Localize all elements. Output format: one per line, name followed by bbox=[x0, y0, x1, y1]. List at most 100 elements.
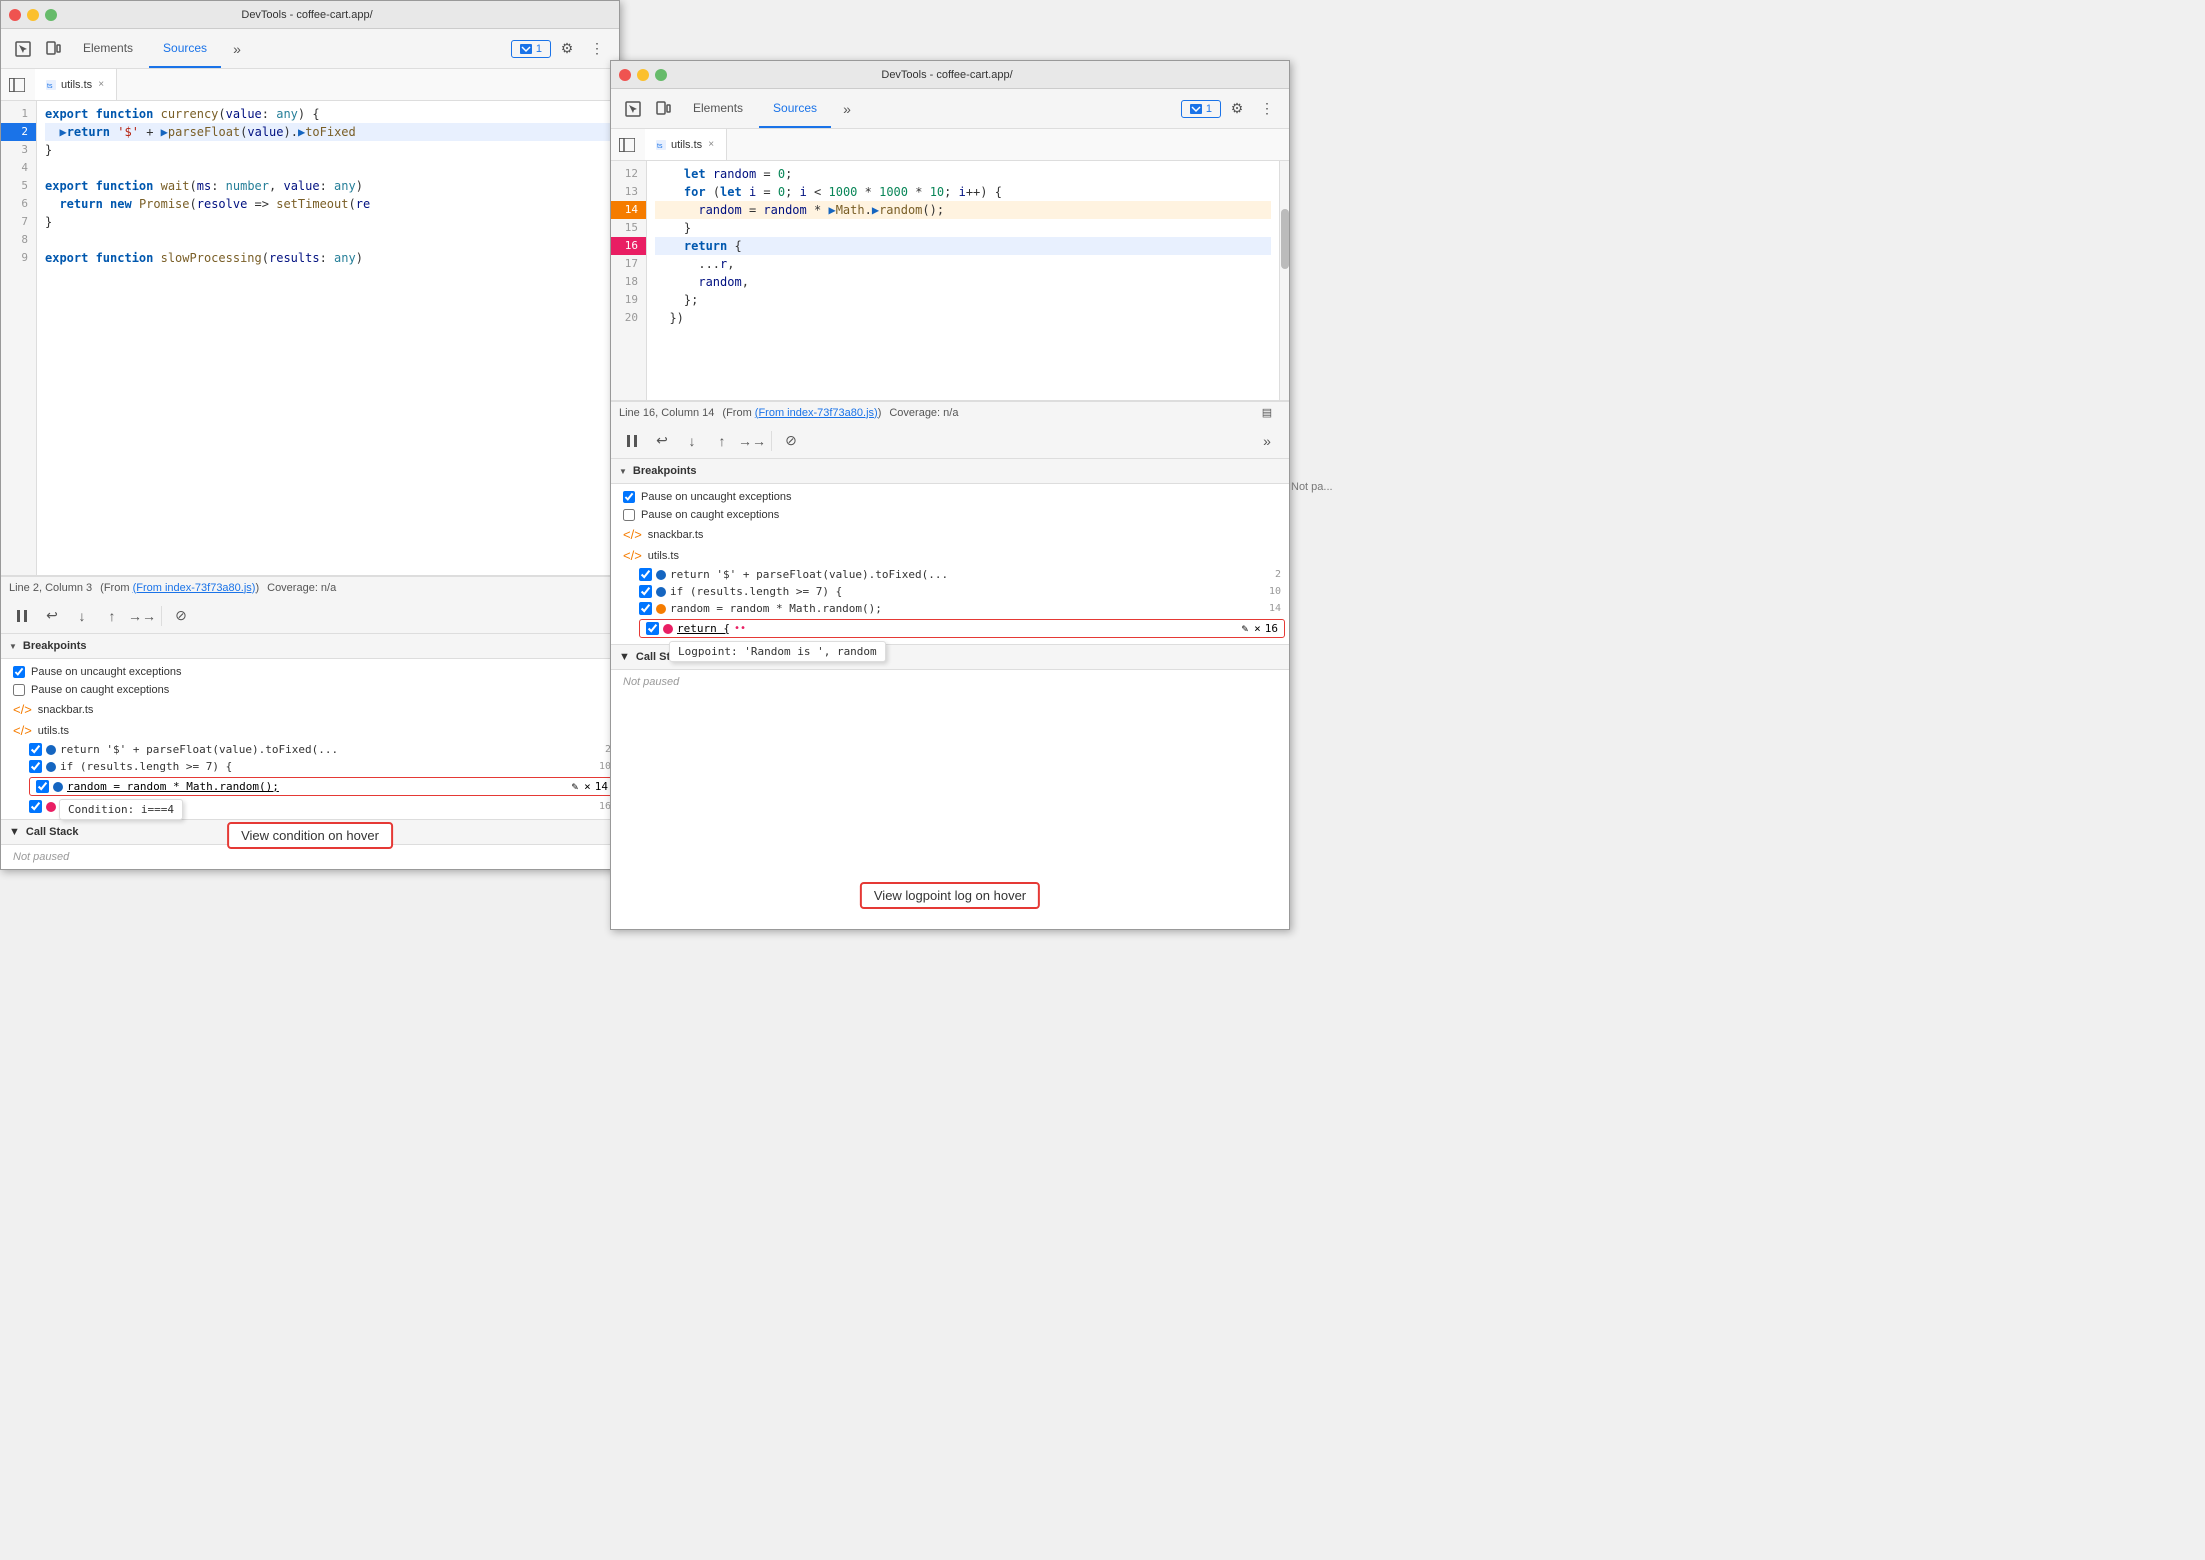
tab-elements-left[interactable]: Elements bbox=[69, 29, 147, 68]
file-tab-close-right[interactable]: × bbox=[706, 138, 716, 151]
file-tab-close-left[interactable]: × bbox=[96, 78, 106, 91]
right-scrollbar[interactable] bbox=[1279, 161, 1289, 400]
left-status-position: Line 2, Column 3 bbox=[9, 582, 92, 594]
pause-uncaught-right: Pause on uncaught exceptions bbox=[611, 488, 1289, 506]
edit-bp-icon-right[interactable]: ✎ bbox=[1242, 622, 1249, 635]
delete-bp-icon-right[interactable]: × bbox=[1254, 622, 1261, 635]
step-out-btn-left[interactable]: ↑ bbox=[99, 603, 125, 629]
console-count-right: 1 bbox=[1206, 103, 1212, 115]
bp-dot-1-right bbox=[656, 570, 666, 580]
bp-text-1-right: return '$' + parseFloat(value).toFixed(.… bbox=[670, 568, 948, 581]
bp-cb-1-left[interactable] bbox=[29, 743, 42, 756]
bp-cb-2-right[interactable] bbox=[639, 585, 652, 598]
line-num-9: 9 bbox=[1, 249, 36, 267]
device-icon-right[interactable] bbox=[649, 95, 677, 123]
bp-cb-3-left[interactable] bbox=[36, 780, 49, 793]
bp-cb-4-left[interactable] bbox=[29, 800, 42, 813]
bp-highlighted-content-left: random = random * Math.random(); ✎ × 14 bbox=[29, 777, 615, 796]
deactivate-btn-left[interactable]: ⊘ bbox=[168, 603, 194, 629]
code-line-5: export function wait(ms: number, value: … bbox=[45, 177, 611, 195]
bp-file-snackbar-left[interactable]: </> snackbar.ts bbox=[1, 699, 619, 720]
bp-cb-2-left[interactable] bbox=[29, 760, 42, 773]
step-into-btn-right[interactable]: ↓ bbox=[679, 428, 705, 454]
bp-cb-4-right[interactable] bbox=[646, 622, 659, 635]
pause-btn-right[interactable] bbox=[619, 428, 645, 454]
file-tab-utils-right[interactable]: ts utils.ts × bbox=[645, 129, 727, 160]
console-badge-left[interactable]: 1 bbox=[511, 40, 551, 58]
step-over-btn-left[interactable]: ↩ bbox=[39, 603, 65, 629]
bp-label-left: Breakpoints bbox=[23, 640, 87, 652]
continue-btn-left[interactable]: →→ bbox=[129, 603, 155, 629]
more-tabs-right[interactable]: » bbox=[833, 95, 861, 123]
code-line-9: export function slowProcessing(results: … bbox=[45, 249, 611, 267]
restore-btn-right[interactable] bbox=[655, 69, 667, 81]
right-source-link[interactable]: (From index-73f73a80.js) bbox=[755, 407, 878, 419]
left-source-link[interactable]: (From index-73f73a80.js) bbox=[133, 582, 256, 594]
bp-file-utils-left[interactable]: </> utils.ts bbox=[1, 720, 619, 741]
bp-dot-2-left bbox=[46, 762, 56, 772]
close-btn-left[interactable] bbox=[9, 9, 21, 21]
bp-file-snackbar-right[interactable]: </> snackbar.ts bbox=[611, 524, 1289, 545]
right-annotation-box: View logpoint log on hover bbox=[860, 882, 1040, 909]
sidebar-toggle-left[interactable] bbox=[5, 73, 29, 97]
edit-bp-icon-left[interactable]: ✎ bbox=[572, 780, 579, 793]
r-line-19: 19 bbox=[611, 291, 646, 309]
right-breakpoints-header[interactable]: ▼ Breakpoints bbox=[611, 459, 1289, 484]
r-code-12: let random = 0; bbox=[655, 165, 1271, 183]
left-breakpoints-header[interactable]: ▼ Breakpoints bbox=[1, 634, 619, 659]
gear-icon-right[interactable]: ⚙ bbox=[1223, 95, 1251, 123]
tab-elements-right[interactable]: Elements bbox=[679, 89, 757, 128]
restore-btn-left[interactable] bbox=[45, 9, 57, 21]
bp-item-2-right: if (results.length >= 7) { 10 bbox=[611, 583, 1289, 600]
more-tabs-left[interactable]: » bbox=[223, 35, 251, 63]
file-tab-utils-left[interactable]: ts utils.ts × bbox=[35, 69, 117, 100]
inspect-icon-right[interactable] bbox=[619, 95, 647, 123]
r-code-20: }) bbox=[655, 309, 1271, 327]
more-menu-right[interactable]: ⋮ bbox=[1253, 95, 1281, 123]
pause-uncaught-cb-right[interactable] bbox=[623, 491, 635, 503]
continue-btn-right[interactable]: →→ bbox=[739, 428, 765, 454]
r-code-17: ...r, bbox=[655, 255, 1271, 273]
gear-icon-left[interactable]: ⚙ bbox=[553, 35, 581, 63]
right-scrollbar-thumb[interactable] bbox=[1281, 209, 1289, 269]
bp-cb-3-right[interactable] bbox=[639, 602, 652, 615]
minimize-btn-right[interactable] bbox=[637, 69, 649, 81]
tab-sources-right[interactable]: Sources bbox=[759, 89, 831, 128]
callstack-triangle-left: ▼ bbox=[9, 826, 20, 838]
bp-label-right: Breakpoints bbox=[633, 465, 697, 477]
step-into-btn-left[interactable]: ↓ bbox=[69, 603, 95, 629]
console-badge-right[interactable]: 1 bbox=[1181, 100, 1221, 118]
bp-line-1-right: 2 bbox=[1275, 569, 1281, 580]
inspect-icon[interactable] bbox=[9, 35, 37, 63]
line-num-1: 1 bbox=[1, 105, 36, 123]
pause-caught-cb-left[interactable] bbox=[13, 684, 25, 696]
minimize-btn-left[interactable] bbox=[27, 9, 39, 21]
bp-dot-1-left bbox=[46, 745, 56, 755]
bp-cb-1-right[interactable] bbox=[639, 568, 652, 581]
pause-caught-cb-right[interactable] bbox=[623, 509, 635, 521]
bp-file-utils-right[interactable]: </> utils.ts bbox=[611, 545, 1289, 566]
pause-btn-left[interactable] bbox=[9, 603, 35, 629]
bp-line-4-right: 16 bbox=[1265, 622, 1278, 635]
left-annotation-box: View condition on hover bbox=[227, 822, 393, 849]
step-out-btn-right[interactable]: ↑ bbox=[709, 428, 735, 454]
step-over-btn-right[interactable]: ↩ bbox=[649, 428, 675, 454]
bp-actions-left: ✎ × bbox=[572, 780, 591, 793]
right-status-from: (From (From index-73f73a80.js)) bbox=[722, 407, 881, 419]
delete-bp-icon-left[interactable]: × bbox=[584, 780, 591, 793]
r-line-13: 13 bbox=[611, 183, 646, 201]
code-line-3: } bbox=[45, 141, 611, 159]
right-devtools-window: DevTools - coffee-cart.app/ Elements Sou… bbox=[610, 60, 1290, 930]
deactivate-btn-right[interactable]: ⊘ bbox=[778, 428, 804, 454]
pause-uncaught-cb-left[interactable] bbox=[13, 666, 25, 678]
bp-text-1-left: return '$' + parseFloat(value).toFixed(.… bbox=[60, 743, 338, 756]
close-btn-right[interactable] bbox=[619, 69, 631, 81]
right-debug-more[interactable]: » bbox=[1253, 427, 1281, 455]
utils-file-name-right: utils.ts bbox=[648, 550, 679, 562]
device-icon[interactable] bbox=[39, 35, 67, 63]
r-line-12: 12 bbox=[611, 165, 646, 183]
tab-sources-left[interactable]: Sources bbox=[149, 29, 221, 68]
more-menu-left[interactable]: ⋮ bbox=[583, 35, 611, 63]
sidebar-toggle-right[interactable] bbox=[615, 133, 639, 157]
logpoint-marker: •• bbox=[734, 623, 746, 634]
